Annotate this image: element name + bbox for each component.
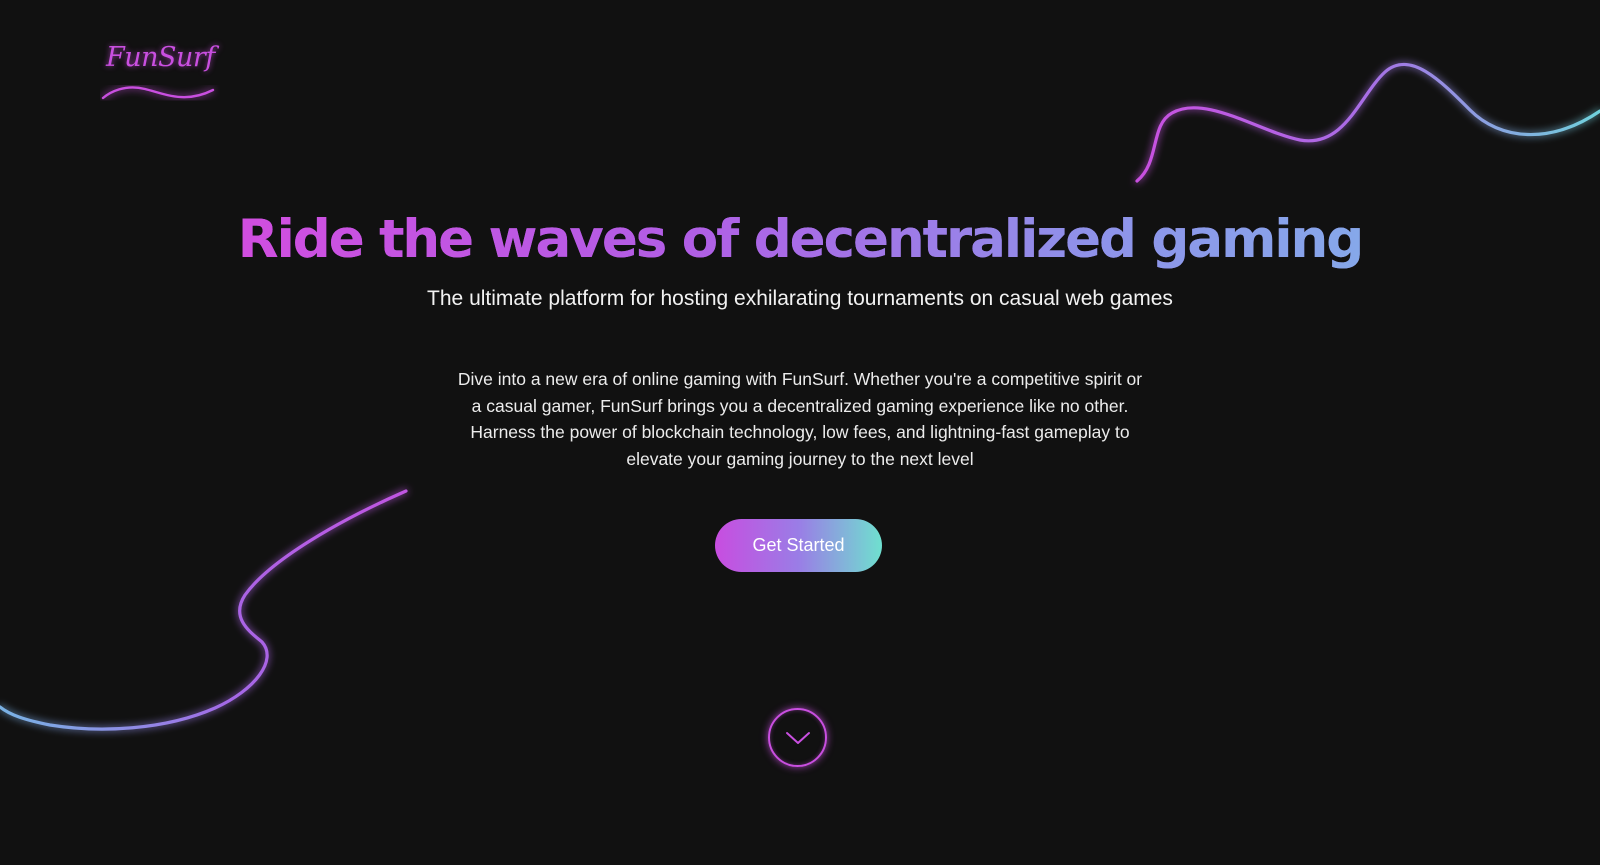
left-wave (0, 489, 408, 731)
description-line: Harness the power of blockchain technolo… (470, 422, 1130, 443)
funsurf-logo[interactable]: FunSurf (100, 38, 220, 102)
top-right-wave (1135, 62, 1600, 183)
logo-swoosh-icon (101, 86, 215, 100)
logo-text: FunSurf (106, 42, 215, 73)
scroll-down-button[interactable] (768, 708, 827, 767)
get-started-button[interactable]: Get Started (715, 519, 882, 572)
hero-title: Ride the waves of decentralized gaming (0, 205, 1600, 275)
description-line: elevate your gaming journey to the next … (626, 449, 974, 470)
hero-subtitle: The ultimate platform for hosting exhila… (427, 287, 1173, 310)
chevron-down-icon (786, 732, 810, 744)
description-line: Dive into a new era of online gaming wit… (457, 369, 1143, 389)
description-line: a casual gamer, FunSurf brings you a dec… (471, 395, 1129, 416)
hero-description: Dive into a new era of online gaming wit… (410, 366, 1190, 473)
